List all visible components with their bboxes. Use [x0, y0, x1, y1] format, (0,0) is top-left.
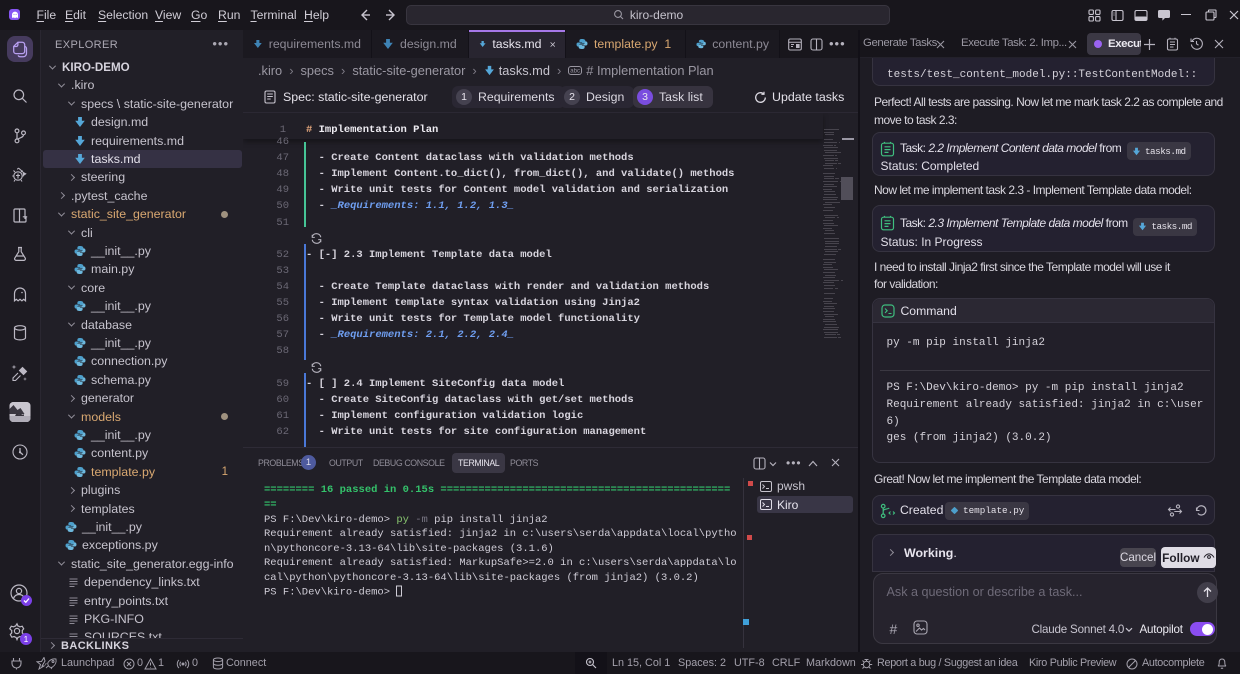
svg-text:abc: abc	[571, 68, 581, 74]
